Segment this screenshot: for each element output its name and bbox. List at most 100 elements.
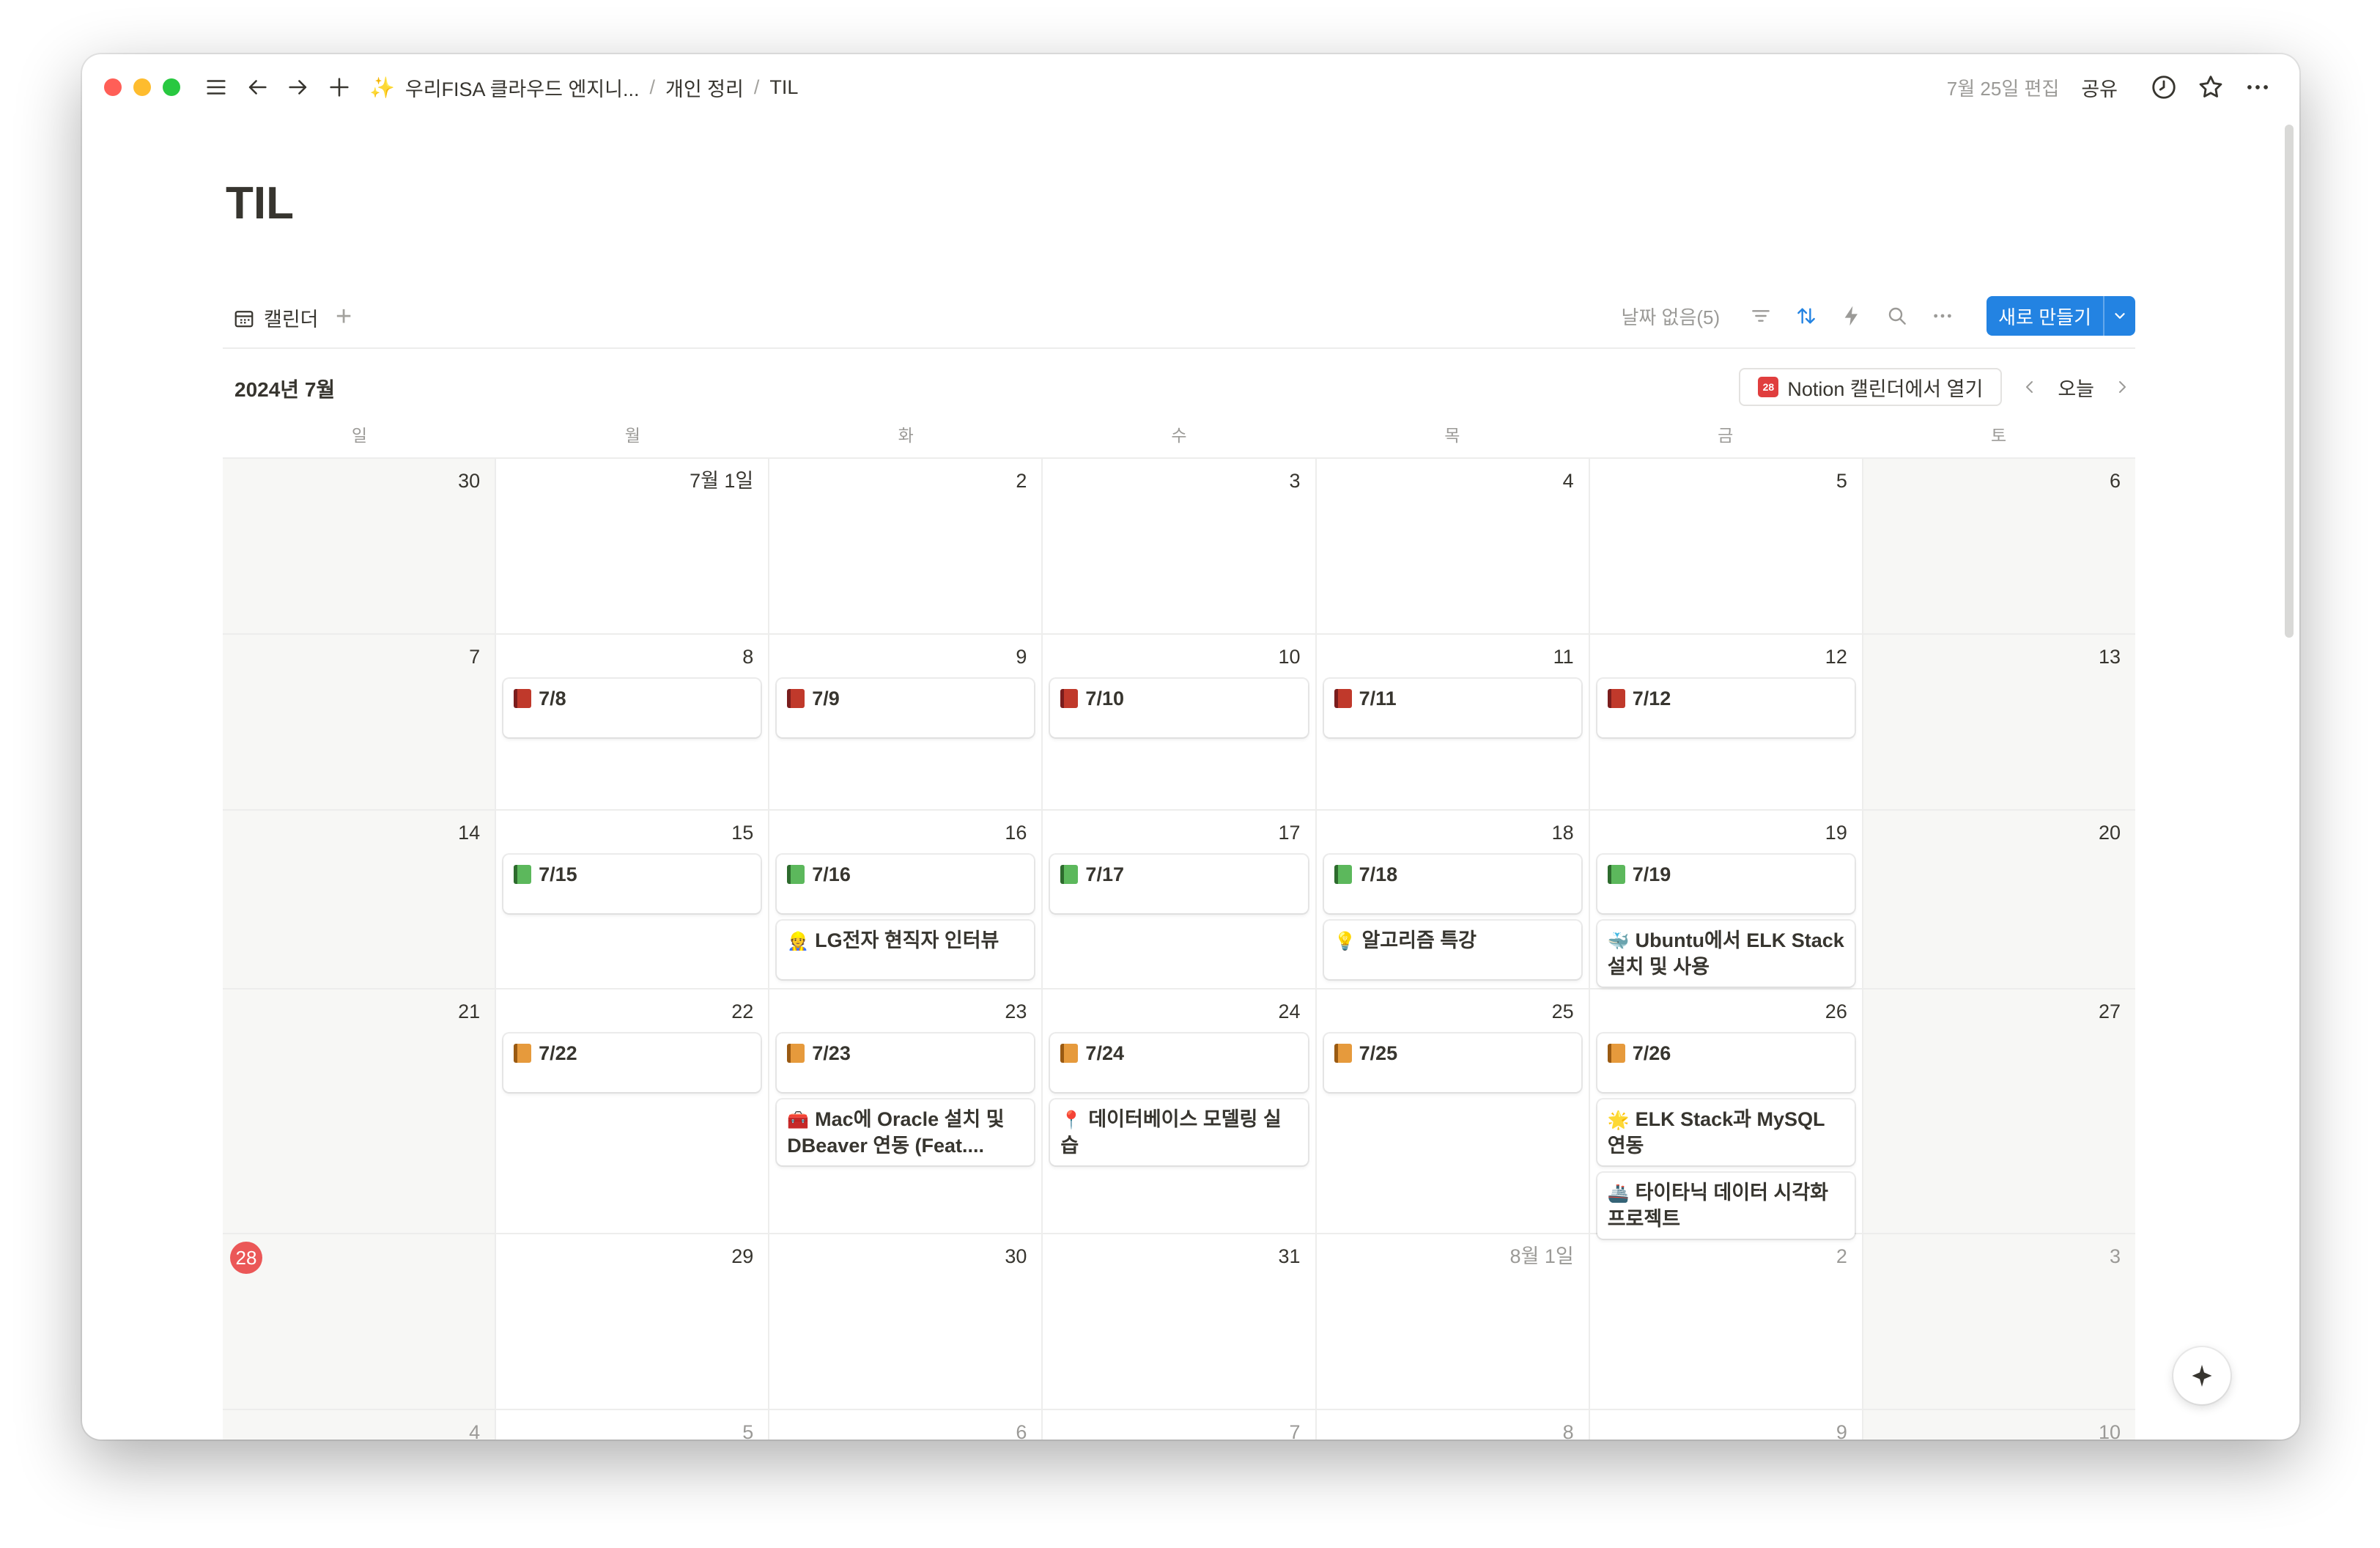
close-window-button[interactable]	[104, 78, 122, 96]
page-title[interactable]: TIL	[226, 177, 294, 229]
calendar-day-cell[interactable]: 6	[1863, 459, 2135, 633]
calendar-event-card[interactable]: 💡 알고리즘 특강	[1323, 921, 1581, 979]
calendar-day-cell[interactable]: 6	[769, 1410, 1043, 1440]
calendar-day-cell[interactable]: 3	[1863, 1234, 2135, 1409]
calendar-day-cell[interactable]: 4	[1317, 459, 1590, 633]
calendar-day-cell[interactable]: 7	[1043, 1410, 1317, 1440]
calendar-day-cell[interactable]: 7	[223, 635, 497, 809]
calendar-event-card[interactable]: 7/11	[1323, 679, 1581, 737]
calendar-day-cell[interactable]: 24 7/24 📍 데이터베이스 모델링 실습	[1043, 989, 1317, 1233]
calendar-day-cell[interactable]: 22 7/22	[496, 989, 770, 1233]
previous-month-button[interactable]	[2017, 374, 2043, 400]
calendar-event-card[interactable]: 7/16	[777, 855, 1035, 913]
calendar-event-card[interactable]: 7/17	[1050, 855, 1308, 913]
open-notion-calendar-button[interactable]: 28 Notion 캘린더에서 열기	[1739, 368, 2003, 406]
view-options-button[interactable]	[1926, 300, 1959, 332]
calendar-event-card[interactable]: 🌟 ELK Stack과 MySQL 연동	[1597, 1099, 1855, 1165]
next-month-button[interactable]	[2109, 374, 2135, 400]
calendar-event-card[interactable]: 7/24	[1050, 1033, 1308, 1092]
today-button[interactable]: 오늘	[2058, 373, 2094, 402]
new-button-label[interactable]: 새로 만들기	[1987, 296, 2103, 336]
calendar-day-cell[interactable]: 19 7/19 🐳 Ubuntu에서 ELK Stack 설치 및 사용	[1590, 811, 1863, 988]
new-page-button[interactable]	[322, 70, 356, 104]
calendar-day-cell[interactable]: 2	[1590, 1234, 1863, 1409]
calendar-event-card[interactable]: 7/25	[1323, 1033, 1581, 1092]
calendar-day-cell[interactable]: 23 7/23 🧰 Mac에 Oracle 설치 및 DBeaver 연동 (Feat…	[769, 989, 1043, 1233]
breadcrumb-item-workspace[interactable]: 우리FISA 클라우드 엔지니...	[405, 73, 640, 102]
calendar-day-cell[interactable]: 5	[1590, 459, 1863, 633]
calendar-day-cell[interactable]: 8	[1317, 1410, 1590, 1440]
event-title: LG전자 현직자 인터뷰	[815, 929, 999, 951]
calendar-event-card[interactable]: 🚢 타이타닉 데이터 시각화 프로젝트	[1597, 1173, 1855, 1239]
calendar-event-card[interactable]: 7/9	[777, 679, 1035, 737]
favorite-button[interactable]	[2191, 67, 2231, 107]
calendar-event-card[interactable]: 7/18	[1323, 855, 1581, 913]
calendar-day-cell[interactable]: 27	[1863, 989, 2135, 1233]
new-button-dropdown[interactable]	[2103, 296, 2135, 336]
maximize-window-button[interactable]	[163, 78, 180, 96]
calendar-event-card[interactable]: 7/26	[1597, 1033, 1855, 1092]
calendar-day-cell[interactable]: 28	[223, 1234, 497, 1409]
calendar-event-card[interactable]: 👷 LG전자 현직자 인터뷰	[777, 921, 1035, 979]
calendar-day-cell[interactable]: 14	[223, 811, 497, 988]
calendar-day-cell[interactable]: 26 7/26 🌟 ELK Stack과 MySQL 연동 🚢 타이타닉 데이터 시각화 …	[1590, 989, 1863, 1239]
calendar-day-cell[interactable]: 17 7/17	[1043, 811, 1317, 988]
calendar-event-card[interactable]: 7/12	[1597, 679, 1855, 737]
history-button[interactable]	[2144, 67, 2184, 107]
calendar-day-cell[interactable]: 4	[223, 1410, 497, 1440]
calendar-day-cell[interactable]: 8월 1일	[1317, 1234, 1590, 1409]
calendar-day-cell[interactable]: 3	[1043, 459, 1317, 633]
breadcrumb-item-til[interactable]: TIL	[769, 76, 798, 99]
tab-calendar[interactable]: 캘린더	[233, 303, 319, 332]
calendar-event-card[interactable]: 7/19	[1597, 855, 1855, 913]
calendar-day-cell[interactable]: 13	[1863, 635, 2135, 809]
calendar-event-card[interactable]: 7/10	[1050, 679, 1308, 737]
filter-button[interactable]	[1745, 300, 1777, 332]
calendar-day-cell[interactable]: 15 7/15	[496, 811, 770, 988]
calendar-day-cell[interactable]: 9	[1590, 1410, 1863, 1440]
calendar-day-cell[interactable]: 7월 1일	[496, 459, 770, 633]
calendar-day-cell[interactable]: 21	[223, 989, 497, 1233]
ai-assistant-button[interactable]	[2173, 1347, 2231, 1404]
plus-icon	[330, 78, 349, 97]
book-icon	[1060, 689, 1079, 708]
share-button[interactable]: 공유	[2081, 73, 2118, 102]
calendar-day-cell[interactable]: 18 7/18 💡 알고리즘 특강	[1317, 811, 1590, 988]
calendar-day-cell[interactable]: 31	[1043, 1234, 1317, 1409]
vertical-scrollbar[interactable]	[2285, 125, 2294, 638]
calendar-day-cell[interactable]: 20	[1863, 811, 2135, 988]
calendar-day-cell[interactable]: 10	[1863, 1410, 2135, 1440]
breadcrumb-item-personal[interactable]: 개인 정리	[665, 73, 744, 102]
calendar-day-cell[interactable]: 9 7/9	[769, 635, 1043, 809]
forward-button[interactable]	[281, 70, 315, 104]
calendar-day-cell[interactable]: 2	[769, 459, 1043, 633]
calendar-event-card[interactable]: 7/23	[777, 1033, 1035, 1092]
minimize-window-button[interactable]	[133, 78, 151, 96]
calendar-day-cell[interactable]: 30	[769, 1234, 1043, 1409]
back-button[interactable]	[240, 70, 274, 104]
search-button[interactable]	[1881, 300, 1913, 332]
new-button[interactable]: 새로 만들기	[1987, 296, 2135, 336]
sort-button[interactable]	[1790, 300, 1822, 332]
calendar-day-cell[interactable]: 8 7/8	[496, 635, 770, 809]
calendar-day-cell[interactable]: 25 7/25	[1317, 989, 1590, 1233]
calendar-day-cell[interactable]: 29	[496, 1234, 770, 1409]
calendar-event-card[interactable]: 7/15	[503, 855, 761, 913]
event-title: ELK Stack과 MySQL 연동	[1607, 1108, 1825, 1157]
sidebar-toggle-button[interactable]	[199, 70, 233, 104]
calendar-event-card[interactable]: 🐳 Ubuntu에서 ELK Stack 설치 및 사용	[1597, 921, 1855, 987]
calendar-event-card[interactable]: 🧰 Mac에 Oracle 설치 및 DBeaver 연동 (Feat....	[777, 1099, 1035, 1165]
calendar-day-cell[interactable]: 12 7/12	[1590, 635, 1863, 809]
calendar-day-cell[interactable]: 11 7/11	[1317, 635, 1590, 809]
no-date-button[interactable]: 날짜 없음(5)	[1621, 303, 1720, 330]
more-options-button[interactable]	[2238, 67, 2277, 107]
calendar-event-card[interactable]: 📍 데이터베이스 모델링 실습	[1050, 1099, 1308, 1165]
automation-button[interactable]	[1836, 300, 1868, 332]
calendar-day-cell[interactable]: 16 7/16 👷 LG전자 현직자 인터뷰	[769, 811, 1043, 988]
calendar-day-cell[interactable]: 30	[223, 459, 497, 633]
calendar-event-card[interactable]: 7/22	[503, 1033, 761, 1092]
add-view-button[interactable]: +	[336, 302, 352, 331]
calendar-day-cell[interactable]: 10 7/10	[1043, 635, 1317, 809]
calendar-day-cell[interactable]: 5	[496, 1410, 770, 1440]
calendar-event-card[interactable]: 7/8	[503, 679, 761, 737]
